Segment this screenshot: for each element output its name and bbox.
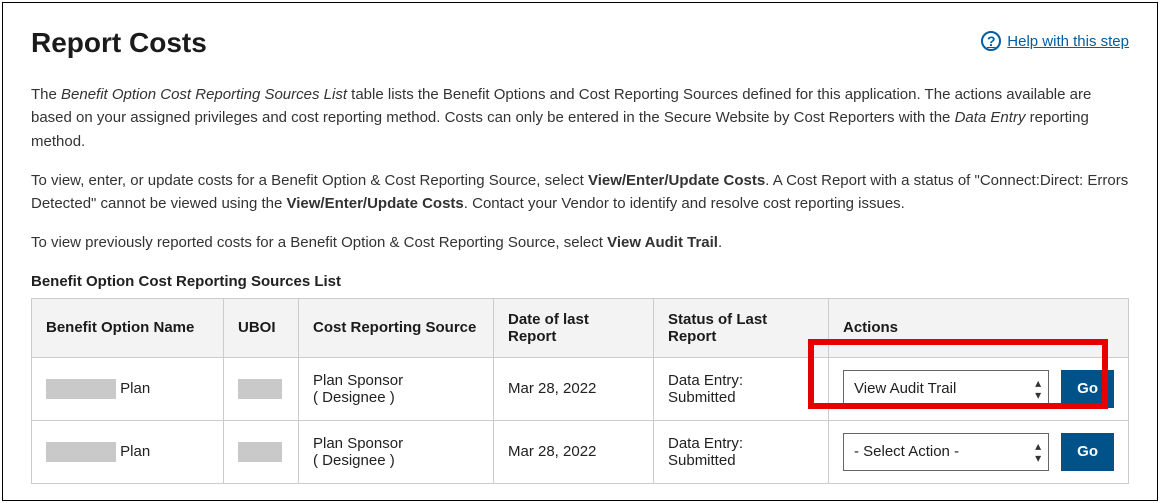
cell-uboi (224, 420, 299, 483)
intro-paragraph-2: To view, enter, or update costs for a Be… (31, 169, 1129, 216)
text: . Contact your Vendor to identify and re… (464, 195, 905, 212)
action-select-wrap: View Audit Trail ▴▾ (843, 370, 1049, 408)
cell-uboi (224, 357, 299, 420)
text: . (718, 234, 722, 251)
text: The (31, 86, 61, 103)
plan-name-suffix: Plan (116, 379, 150, 396)
page-container: Report Costs ? Help with this step The B… (2, 2, 1158, 501)
col-header-source: Cost Reporting Source (299, 298, 494, 357)
cell-actions: - Select Action - ▴▾ Go (829, 420, 1129, 483)
col-header-name: Benefit Option Name (32, 298, 224, 357)
redacted-block (46, 442, 116, 462)
text-bold: View/Enter/Update Costs (588, 172, 765, 189)
cell-name: Plan (32, 420, 224, 483)
plan-name-suffix: Plan (116, 442, 150, 459)
text: To view previously reported costs for a … (31, 234, 607, 251)
col-header-date: Date of last Report (494, 298, 654, 357)
action-select-wrap: - Select Action - ▴▾ (843, 433, 1049, 471)
go-button[interactable]: Go (1061, 370, 1114, 408)
source-line-2: ( Designee ) (313, 452, 479, 469)
table-row: Plan Plan Sponsor ( Designee ) Mar 28, 2… (32, 420, 1129, 483)
cell-status: Data Entry: Submitted (654, 420, 829, 483)
table-title: Benefit Option Cost Reporting Sources Li… (31, 273, 1129, 290)
intro-paragraph-3: To view previously reported costs for a … (31, 231, 1129, 254)
text: To view, enter, or update costs for a Be… (31, 172, 588, 189)
help-link-label: Help with this step (1007, 33, 1129, 50)
action-select[interactable]: - Select Action - (843, 433, 1049, 471)
action-select[interactable]: View Audit Trail (843, 370, 1049, 408)
cell-actions: View Audit Trail ▴▾ Go (829, 357, 1129, 420)
cell-date: Mar 28, 2022 (494, 357, 654, 420)
col-header-actions: Actions (829, 298, 1129, 357)
cell-source: Plan Sponsor ( Designee ) (299, 357, 494, 420)
cell-source: Plan Sponsor ( Designee ) (299, 420, 494, 483)
redacted-block (238, 379, 282, 399)
sources-table: Benefit Option Name UBOI Cost Reporting … (31, 298, 1129, 484)
table-row: Plan Plan Sponsor ( Designee ) Mar 28, 2… (32, 357, 1129, 420)
cell-date: Mar 28, 2022 (494, 420, 654, 483)
text-bold: View/Enter/Update Costs (287, 195, 464, 212)
source-line-1: Plan Sponsor (313, 372, 479, 389)
col-header-status: Status of Last Report (654, 298, 829, 357)
redacted-block (238, 442, 282, 462)
intro-paragraph-1: The Benefit Option Cost Reporting Source… (31, 83, 1129, 153)
text-italic: Data Entry (955, 109, 1026, 126)
cell-status: Data Entry: Submitted (654, 357, 829, 420)
header-row: Report Costs ? Help with this step (31, 27, 1129, 83)
text-bold: View Audit Trail (607, 234, 718, 251)
page-title: Report Costs (31, 27, 207, 59)
table-header-row: Benefit Option Name UBOI Cost Reporting … (32, 298, 1129, 357)
col-header-uboi: UBOI (224, 298, 299, 357)
go-button[interactable]: Go (1061, 433, 1114, 471)
source-line-2: ( Designee ) (313, 389, 479, 406)
source-line-1: Plan Sponsor (313, 435, 479, 452)
redacted-block (46, 379, 116, 399)
text-italic: Benefit Option Cost Reporting Sources Li… (61, 86, 347, 103)
help-link[interactable]: ? Help with this step (981, 31, 1129, 51)
help-icon: ? (981, 31, 1001, 51)
cell-name: Plan (32, 357, 224, 420)
